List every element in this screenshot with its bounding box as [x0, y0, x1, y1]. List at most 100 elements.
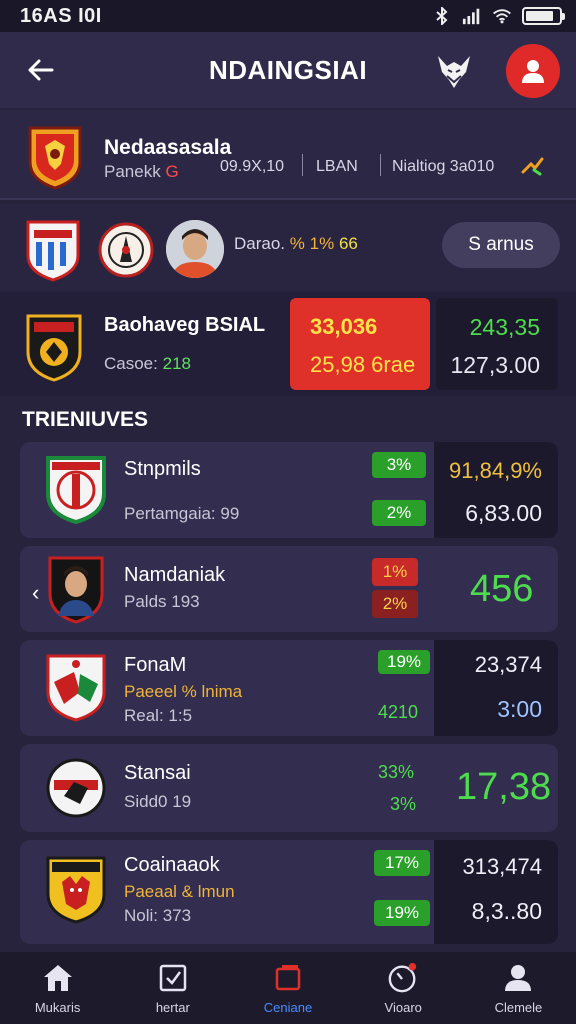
lineup-row: Darao. % 1% 66 S arnus: [0, 204, 576, 290]
divider: [302, 154, 303, 176]
profile-button[interactable]: [506, 44, 560, 98]
team-sub-value: G: [165, 162, 179, 181]
odds-value-1: 313,474: [462, 854, 542, 879]
wolf-icon: [438, 56, 470, 88]
signal-icon: [462, 7, 482, 25]
team-stat-3: Nialtiog 3a010: [392, 158, 495, 175]
team-sub-label: Panekk: [104, 162, 161, 181]
team-crest-icon: [28, 126, 82, 190]
status-icons: [432, 7, 565, 25]
list-item[interactable]: Coainaaok Paeaal & lmun Noli: 373 17% 19…: [20, 840, 558, 944]
featured-sub-label: Casoe:: [104, 354, 158, 373]
odds-value-2: 8,3..80: [471, 898, 542, 924]
item-name: Stnpmils: [124, 458, 201, 480]
lineup-pct: 1%: [309, 234, 335, 253]
list-item[interactable]: FonaM Paeeel % lnima Real: 1:5 19% 4210 …: [20, 640, 558, 736]
pct-text: 33%: [378, 762, 415, 782]
nav-item-betslip[interactable]: hertar: [115, 952, 230, 1024]
chevron-left-icon[interactable]: ‹: [32, 580, 39, 606]
featured-sub: Casoe: 218: [104, 354, 191, 374]
bet-slip-icon: [157, 962, 189, 994]
nav-item-history[interactable]: Vioaro: [346, 952, 461, 1024]
nav-item-markets[interactable]: Mukaris: [0, 952, 115, 1024]
item-sub: Sidd0 19: [124, 792, 192, 811]
lineup-num: 66: [338, 234, 358, 253]
lineup-button[interactable]: S arnus: [442, 222, 560, 268]
odds-big-value[interactable]: 17,38: [456, 766, 551, 809]
live-icon: [272, 962, 304, 994]
odds-value-1: 91,84,9%: [449, 458, 542, 483]
team-crest-icon: [46, 856, 106, 924]
featured-match[interactable]: Baohaveg BSIAL Casoe: 218 33,036 25,98 6…: [0, 292, 576, 396]
item-name: Namdaniak: [124, 564, 226, 586]
odds-value-1: 23,374: [474, 652, 542, 677]
odds-button[interactable]: 313,474 8,3..80: [434, 840, 558, 944]
profile-icon: [502, 962, 534, 994]
page-title: NDAINGSIAI: [208, 54, 368, 85]
odds-button[interactable]: 91,84,9% 6,83.00: [434, 442, 558, 538]
team-crest-icon: [48, 556, 104, 624]
pct-text: 4210: [378, 702, 419, 722]
item-sub-2: Noli: 373: [124, 906, 192, 925]
item-sub-2: Real: 1:5: [124, 706, 193, 725]
team-stat-1: 09.9X,10: [220, 158, 285, 175]
team-summary-card[interactable]: Nedaasasala Panekk G 09.9X,10 LBAN Nialt…: [0, 110, 576, 200]
odds-big-value[interactable]: 456: [470, 568, 533, 611]
status-time: 16AS I0I: [20, 4, 102, 27]
club-badge-icon: [26, 220, 80, 282]
odds-highlight-button[interactable]: 33,036 25,98 6rae: [290, 298, 430, 390]
home-icon: [42, 962, 74, 994]
pct-badge: 2%: [372, 500, 426, 526]
clock-icon: [387, 962, 419, 994]
user-icon: [522, 60, 544, 83]
player-face-icon: [166, 220, 224, 278]
team-crest-icon: [46, 456, 106, 524]
pct-badge: 3%: [372, 452, 426, 478]
team-stat-2: LBAN: [316, 158, 358, 175]
odds-red-2: 25,98 6rae: [310, 352, 416, 377]
team-name: Nedaasasala: [104, 136, 232, 159]
odds-value-2: 3:00: [497, 696, 542, 722]
bluetooth-icon: [432, 7, 452, 25]
trend-arrow-icon: [521, 157, 544, 176]
club-badge-icon: [98, 222, 154, 278]
wolf-logo-button[interactable]: [434, 52, 474, 92]
nav-label: Ceniane: [263, 999, 313, 1015]
featured-name: Baohaveg BSIAL: [104, 314, 266, 336]
odds-button[interactable]: 23,374 3:00: [434, 640, 558, 736]
item-name: Coainaaok: [124, 854, 220, 876]
wifi-icon: [492, 7, 512, 25]
list-item[interactable]: Stnpmils Pertamgaia: 99 3% 2% 91,84,9% 6…: [20, 442, 558, 538]
list-item[interactable]: ‹ Namdaniak Palds 193 1% 2% 456: [20, 546, 558, 632]
team-sub: Panekk G: [104, 162, 179, 182]
lineup-prefix: Darao.: [234, 234, 286, 253]
lineup-amber: %: [289, 234, 305, 253]
player-avatar[interactable]: [166, 220, 224, 278]
pct-badge: 2%: [372, 590, 418, 618]
featured-crest-icon: [26, 314, 82, 382]
odds-button[interactable]: 243,35 127,3.00: [436, 298, 558, 390]
item-sub: Pertamgaia: 99: [124, 504, 240, 523]
nav-item-live[interactable]: Ceniane: [230, 952, 345, 1024]
odds-value-2: 6,83.00: [465, 500, 542, 526]
nav-label: Vioaro: [384, 999, 422, 1015]
team-crest-icon: [46, 758, 106, 818]
list-item[interactable]: Stansai Sidd0 19 33% 3% 17,38: [20, 744, 558, 832]
item-sub: Paeaal & lmun: [124, 882, 235, 901]
section-title: TRIENIUVES: [22, 408, 149, 431]
odds-value-1: 243,35: [469, 314, 540, 340]
item-sub: Palds 193: [124, 592, 200, 611]
lineup-summary: Darao. % 1% 66: [234, 234, 358, 254]
pct-badge: 19%: [374, 900, 430, 926]
divider: [380, 154, 381, 176]
item-sub: Paeeel % lnima: [124, 682, 243, 701]
bottom-nav: Mukaris hertar Ceniane Vioaro Clemele: [0, 952, 576, 1024]
item-name: FonaM: [124, 654, 187, 676]
odds-value-2: 127,3.00: [450, 352, 540, 378]
nav-item-profile[interactable]: Clemele: [461, 952, 576, 1024]
app-header: NDAINGSIAI: [0, 32, 576, 108]
odds-red-1: 33,036: [310, 314, 378, 339]
pct-badge: 19%: [378, 650, 430, 674]
pct-text: 3%: [390, 794, 417, 814]
nav-label: hertar: [155, 999, 190, 1015]
